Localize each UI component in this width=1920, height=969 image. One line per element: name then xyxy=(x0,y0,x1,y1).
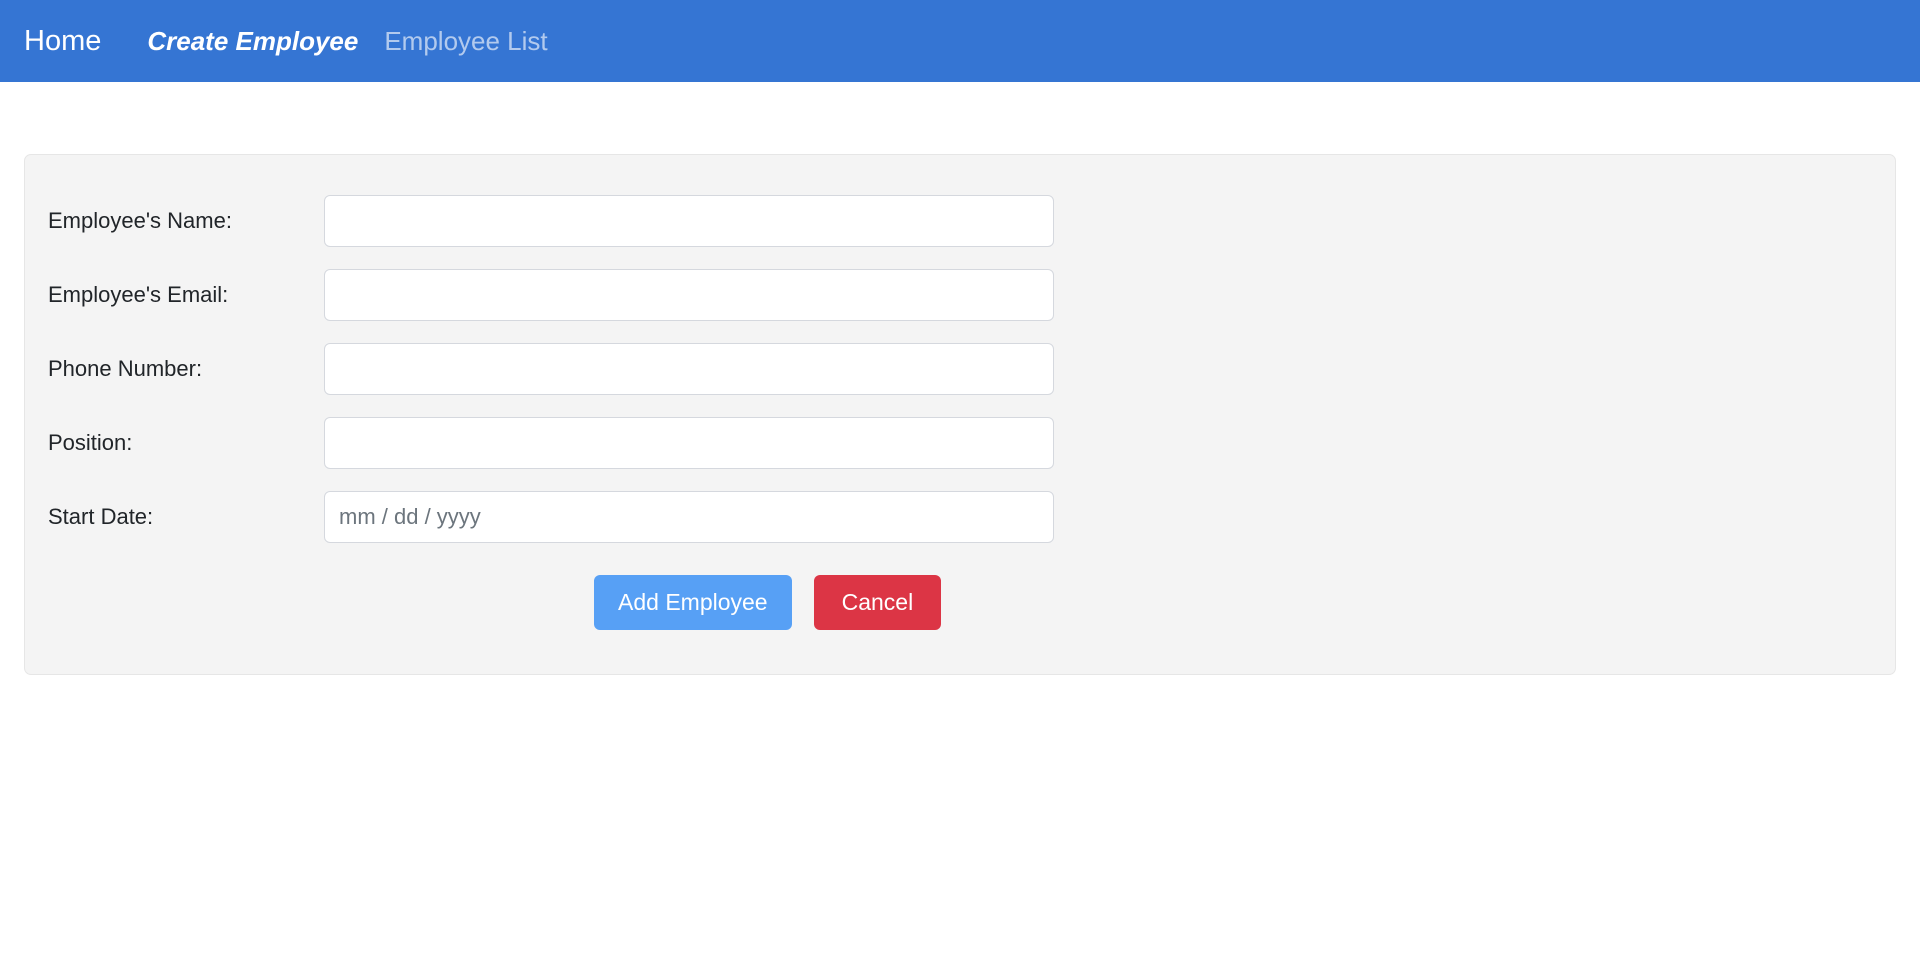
position-label: Position: xyxy=(48,429,133,455)
cancel-button[interactable]: Cancel xyxy=(813,575,942,630)
form-row-email: Employee's Email: xyxy=(25,269,1895,321)
nav-item-home[interactable]: Home xyxy=(24,26,131,56)
form-actions: Add Employee Cancel xyxy=(25,575,1895,630)
form-row-position: Position: xyxy=(25,417,1895,469)
start-date-label: Start Date: xyxy=(48,503,154,529)
form-row-start-date: Start Date: xyxy=(25,491,1895,543)
create-employee-form: Employee's Name: Employee's Email: Phone… xyxy=(24,154,1896,675)
form-row-phone: Phone Number: xyxy=(25,343,1895,395)
phone-number-label: Phone Number: xyxy=(48,355,203,381)
phone-number-input[interactable] xyxy=(324,343,1054,395)
employee-email-label: Employee's Email: xyxy=(48,281,229,307)
page-content: Employee's Name: Employee's Email: Phone… xyxy=(0,82,1920,675)
nav-item-create-employee[interactable]: Create Employee xyxy=(131,28,384,54)
employee-email-input[interactable] xyxy=(324,269,1054,321)
employee-name-input[interactable] xyxy=(324,195,1054,247)
main-navbar: Home Create Employee Employee List xyxy=(0,0,1920,82)
start-date-input[interactable] xyxy=(324,491,1054,543)
position-input[interactable] xyxy=(324,417,1054,469)
employee-name-label: Employee's Name: xyxy=(48,207,232,233)
nav-item-employee-list[interactable]: Employee List xyxy=(384,28,563,54)
add-employee-button[interactable]: Add Employee xyxy=(594,575,792,630)
form-row-name: Employee's Name: xyxy=(25,195,1895,247)
